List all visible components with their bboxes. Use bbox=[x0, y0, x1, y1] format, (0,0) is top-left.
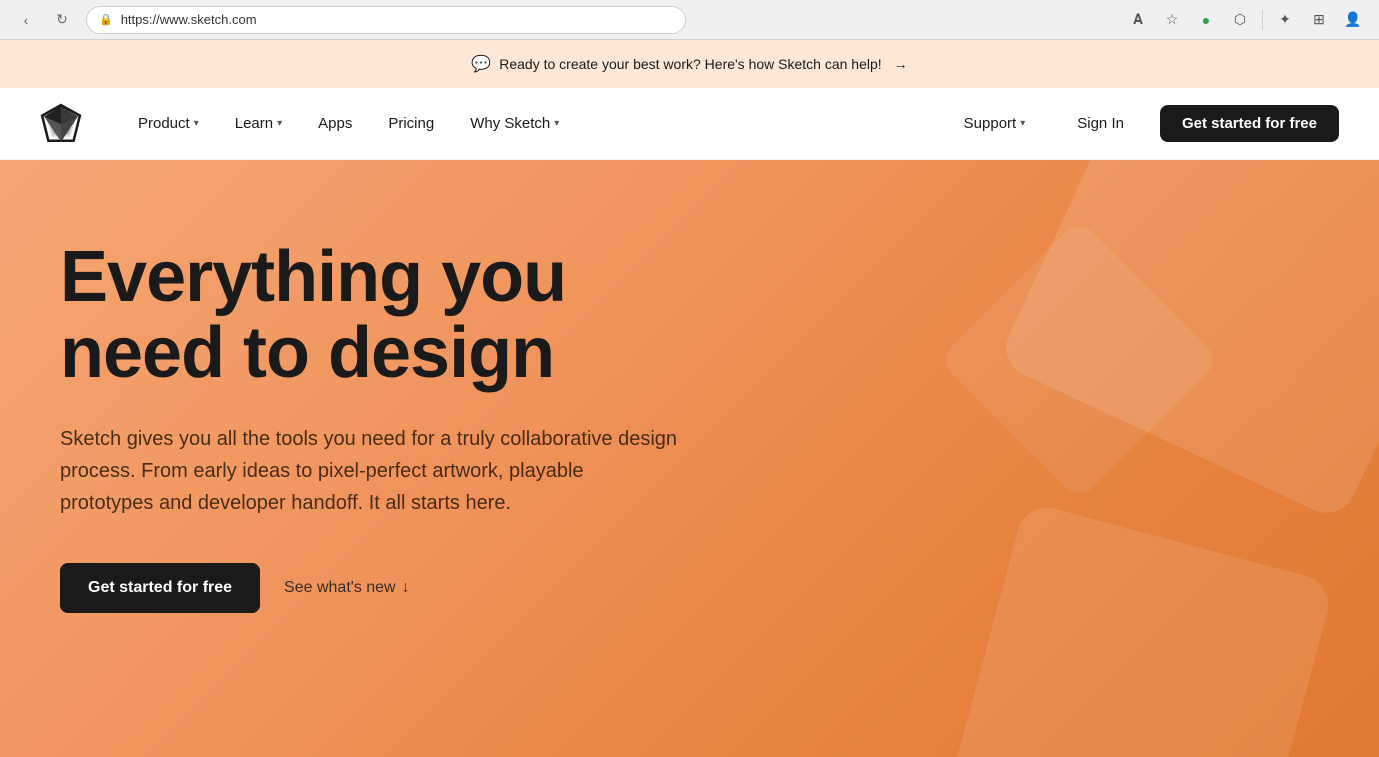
font-size-icon[interactable]: 𝐀 bbox=[1124, 6, 1152, 34]
refresh-button[interactable]: ↻ bbox=[48, 6, 76, 34]
navbar-cta-button[interactable]: Get started for free bbox=[1160, 105, 1339, 142]
nav-pricing-label: Pricing bbox=[388, 115, 434, 132]
product-chevron-icon: ▾ bbox=[194, 118, 199, 129]
see-whats-new-link[interactable]: See what's new ↓ bbox=[284, 579, 410, 597]
hero-section: Everything you need to design Sketch giv… bbox=[0, 160, 1379, 757]
why-sketch-chevron-icon: ▾ bbox=[554, 118, 559, 129]
hero-title-line2: need to design bbox=[60, 313, 554, 393]
hero-actions: Get started for free See what's new ↓ bbox=[60, 563, 760, 613]
banner-arrow: → bbox=[894, 56, 908, 72]
see-new-arrow-icon: ↓ bbox=[402, 579, 410, 597]
browser-nav-buttons: ‹ ↻ bbox=[12, 6, 76, 34]
nav-why-sketch[interactable]: Why Sketch ▾ bbox=[454, 107, 575, 140]
see-new-text: See what's new bbox=[284, 579, 396, 597]
learn-chevron-icon: ▾ bbox=[277, 118, 282, 129]
nav-why-sketch-label: Why Sketch bbox=[470, 115, 550, 132]
main-navbar: Product ▾ Learn ▾ Apps Pricing Why Sketc… bbox=[0, 88, 1379, 160]
promo-banner[interactable]: 💬 Ready to create your best work? Here's… bbox=[0, 40, 1379, 88]
browser-chrome: ‹ ↻ 🔒 https://www.sketch.com 𝐀 ☆ ● ⬡ ✦ ⊞… bbox=[0, 0, 1379, 40]
sign-in-button[interactable]: Sign In bbox=[1057, 107, 1144, 140]
nav-apps-label: Apps bbox=[318, 115, 352, 132]
separator bbox=[1262, 10, 1263, 30]
hero-shape-2 bbox=[943, 501, 1335, 757]
nav-product[interactable]: Product ▾ bbox=[122, 107, 215, 140]
nav-support[interactable]: Support ▾ bbox=[948, 107, 1042, 140]
back-button[interactable]: ‹ bbox=[12, 6, 40, 34]
hero-decorative-shapes bbox=[879, 160, 1379, 757]
nav-learn[interactable]: Learn ▾ bbox=[219, 107, 298, 140]
bookmark-icon[interactable]: ☆ bbox=[1158, 6, 1186, 34]
navbar-cta-label: Get started for free bbox=[1182, 115, 1317, 132]
star-icon[interactable]: ✦ bbox=[1271, 6, 1299, 34]
url-text: https://www.sketch.com bbox=[121, 12, 257, 27]
hero-subtitle: Sketch gives you all the tools you need … bbox=[60, 423, 680, 519]
hero-cta-label: Get started for free bbox=[88, 579, 232, 596]
banner-text: Ready to create your best work? Here's h… bbox=[499, 56, 881, 72]
sketch-logo-icon bbox=[40, 103, 82, 145]
browser-toolbar-icons: 𝐀 ☆ ● ⬡ ✦ ⊞ 👤 bbox=[1124, 6, 1367, 34]
nav-apps[interactable]: Apps bbox=[302, 107, 368, 140]
grid-icon[interactable]: ⊞ bbox=[1305, 6, 1333, 34]
support-chevron-icon: ▾ bbox=[1020, 118, 1025, 129]
logo[interactable] bbox=[40, 103, 82, 145]
hero-title-line1: Everything you bbox=[60, 237, 566, 317]
profile-icon[interactable]: ● bbox=[1192, 6, 1220, 34]
nav-right-section: Support ▾ Sign In Get started for free bbox=[948, 105, 1339, 142]
nav-pricing[interactable]: Pricing bbox=[372, 107, 450, 140]
lock-icon: 🔒 bbox=[99, 13, 113, 26]
extensions-icon[interactable]: ⬡ bbox=[1226, 6, 1254, 34]
hero-title: Everything you need to design bbox=[60, 240, 760, 391]
address-bar[interactable]: 🔒 https://www.sketch.com bbox=[86, 6, 686, 34]
nav-product-label: Product bbox=[138, 115, 190, 132]
nav-learn-label: Learn bbox=[235, 115, 273, 132]
nav-support-label: Support bbox=[964, 115, 1017, 132]
user-icon[interactable]: 👤 bbox=[1339, 6, 1367, 34]
hero-cta-button[interactable]: Get started for free bbox=[60, 563, 260, 613]
hero-content: Everything you need to design Sketch giv… bbox=[60, 240, 760, 613]
banner-icon: 💬 bbox=[471, 54, 491, 74]
signin-label: Sign In bbox=[1077, 115, 1124, 132]
nav-links: Product ▾ Learn ▾ Apps Pricing Why Sketc… bbox=[122, 107, 948, 140]
